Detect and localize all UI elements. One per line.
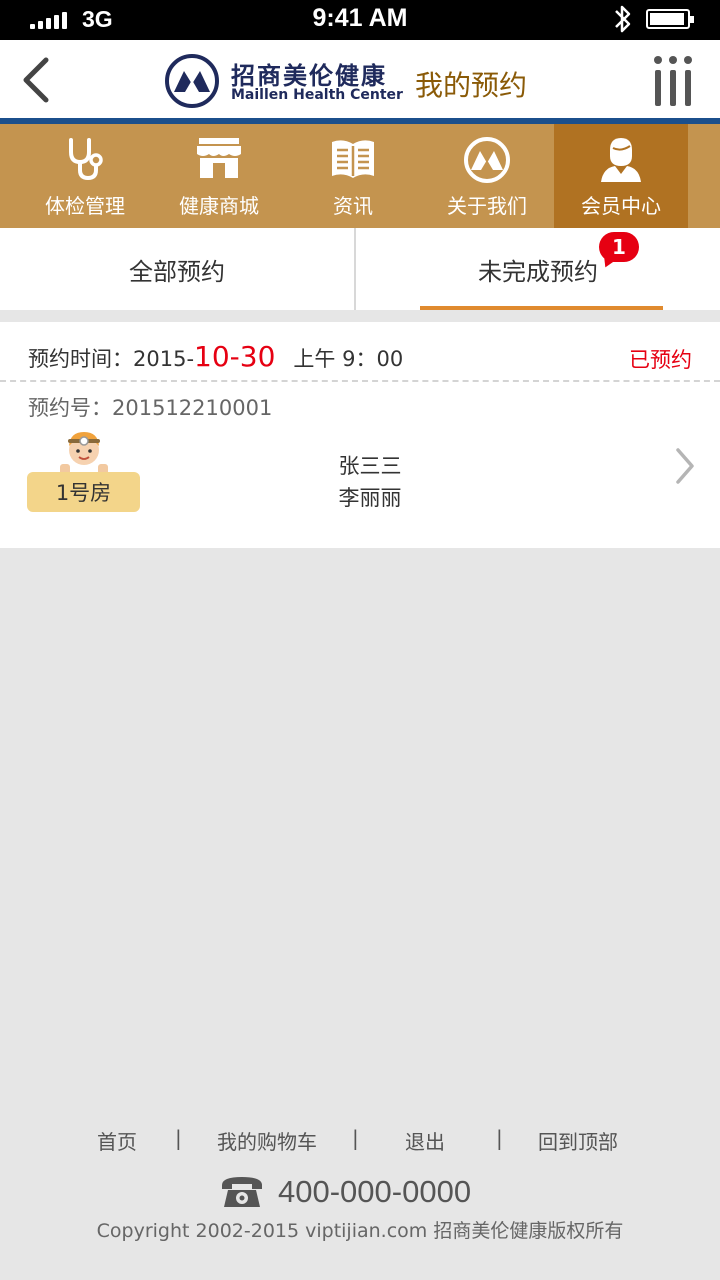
hotline-number: 400-000-0000 bbox=[278, 1174, 472, 1209]
nav-label: 关于我们 bbox=[447, 194, 527, 218]
order-number: 预约号：201512210001 bbox=[28, 396, 273, 420]
nav-label: 资讯 bbox=[333, 194, 373, 218]
brand-logo-icon bbox=[165, 54, 219, 108]
nav-item-member[interactable]: 会员中心 bbox=[554, 124, 688, 228]
footer-link-cart[interactable]: 我的购物车 bbox=[217, 1126, 317, 1155]
status-badge: 已预约 bbox=[629, 348, 692, 372]
app-header: 招商美伦健康 Maillen Health Center 我的预约 bbox=[0, 40, 720, 118]
status-bar: 3G 9:41 AM bbox=[0, 0, 720, 40]
nav-label: 会员中心 bbox=[581, 194, 661, 218]
patient-name: 李丽丽 bbox=[338, 486, 402, 510]
copyright-text: Copyright 2002-2015 viptijian.com 招商美伦健康… bbox=[96, 1220, 624, 1242]
menu-icon[interactable] bbox=[650, 54, 696, 110]
tab-pending-appointments[interactable]: 未完成预约 bbox=[356, 228, 720, 310]
back-icon[interactable] bbox=[14, 54, 64, 104]
logo-icon bbox=[464, 137, 510, 183]
appointment-card[interactable]: 预约时间：2015-10-30 上午 9：00 已预约 预约号：201512210… bbox=[0, 322, 720, 548]
time-label: 预约时间：2015- bbox=[28, 347, 195, 371]
news-icon bbox=[332, 140, 374, 178]
footer-link-home[interactable]: 首页 bbox=[97, 1126, 137, 1155]
user-icon bbox=[601, 138, 641, 182]
phone-row[interactable]: 400-000-0000 bbox=[220, 1170, 471, 1214]
time-day: 30 bbox=[239, 340, 276, 373]
phone-icon bbox=[222, 1177, 262, 1207]
brand-name-cn: 招商美伦健康 bbox=[231, 62, 387, 90]
footer-link-logout[interactable]: 退出 bbox=[405, 1126, 445, 1155]
bluetooth-icon bbox=[615, 5, 631, 33]
nav-item-news[interactable]: 资讯 bbox=[286, 124, 420, 228]
main-nav: 体检管理 健康商城 资讯 关于我们 会员中心 bbox=[0, 124, 720, 228]
pending-count-badge: 1 bbox=[599, 232, 639, 262]
stethoscope-icon bbox=[69, 138, 103, 181]
footer-links: 首页 | 我的购物车 | 退出 | 回到顶部 bbox=[0, 1126, 720, 1158]
nav-item-checkup[interactable]: 体检管理 bbox=[18, 124, 152, 228]
chevron-right-icon[interactable] bbox=[672, 446, 698, 486]
time-of-day: 上午 9：00 bbox=[293, 347, 404, 371]
nav-item-about[interactable]: 关于我们 bbox=[420, 124, 554, 228]
time-month: 10 bbox=[194, 340, 230, 373]
room-tag: 1号房 bbox=[27, 472, 140, 512]
nav-item-store[interactable]: 健康商城 bbox=[152, 124, 286, 228]
footer-separator: | bbox=[496, 1126, 503, 1150]
patient-name: 张三三 bbox=[338, 454, 402, 478]
nav-label: 健康商城 bbox=[179, 194, 259, 218]
store-icon bbox=[197, 138, 241, 178]
nav-label: 体检管理 bbox=[45, 194, 125, 218]
footer-separator: | bbox=[175, 1126, 182, 1150]
time-dash: - bbox=[229, 340, 240, 373]
footer-separator: | bbox=[352, 1126, 359, 1150]
page-title: 我的预约 bbox=[415, 69, 528, 102]
footer-link-top[interactable]: 回到顶部 bbox=[538, 1126, 618, 1155]
dashed-divider bbox=[0, 380, 720, 382]
active-tab-indicator bbox=[420, 306, 663, 310]
patient-names: 张三三 李丽丽 bbox=[300, 450, 440, 514]
tab-all-appointments[interactable]: 全部预约 bbox=[0, 228, 354, 310]
brand-name-en: Maillen Health Center bbox=[231, 87, 403, 103]
appointment-time: 预约时间：2015-10-30 上午 9：00 bbox=[28, 340, 403, 373]
battery-icon bbox=[646, 9, 694, 29]
